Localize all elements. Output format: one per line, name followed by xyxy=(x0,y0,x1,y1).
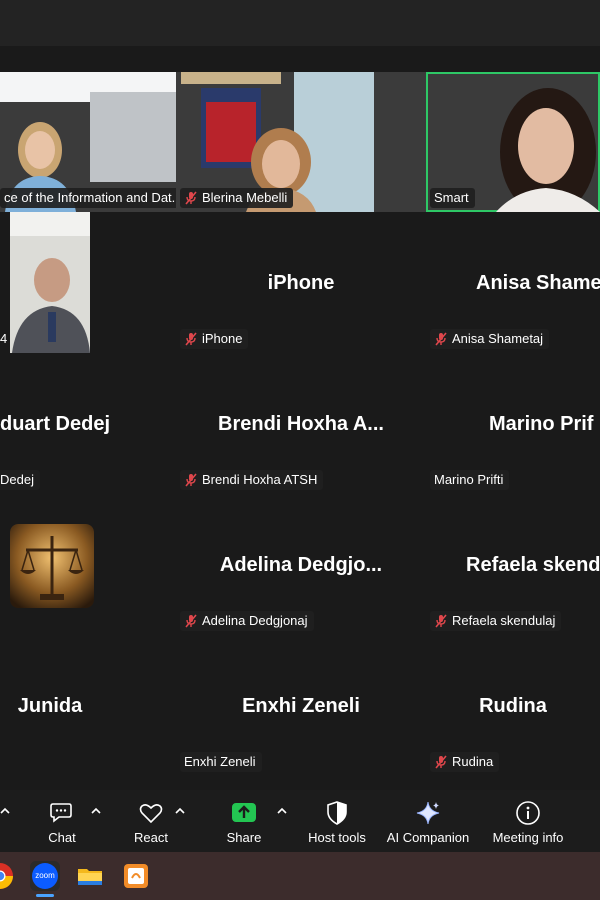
participant-display-name: Rudina xyxy=(479,695,547,717)
participant-tile-video[interactable]: Blerina Mebelli xyxy=(176,72,426,212)
participant-tile[interactable]: Brendi Hoxha A... Brendi Hoxha ATSH xyxy=(176,353,426,494)
participant-tile-video[interactable]: 4 xyxy=(0,212,176,353)
participant-name-label: Refaela skendulaj xyxy=(430,611,562,631)
participant-name: Blerina Mebelli xyxy=(202,190,288,205)
meeting-toolbar: Chat React Share Host tools AI Companion… xyxy=(0,790,600,852)
participant-tile[interactable]: Anisa Shame Anisa Shametaj xyxy=(426,212,600,353)
participant-name: Anisa Shametaj xyxy=(452,331,544,346)
participant-tile[interactable]: duart Dedej Dedej xyxy=(0,353,176,494)
participant-name-label: Rudina xyxy=(430,752,500,772)
participant-name: Enxhi Zeneli xyxy=(184,754,256,769)
participant-name-label: Smart xyxy=(430,188,475,208)
participant-tile[interactable]: Marino Prif Marino Prifti xyxy=(426,353,600,494)
shield-icon xyxy=(327,801,347,825)
participant-name-label: Adelina Dedgjonaj xyxy=(180,611,314,631)
chevron-up-icon[interactable] xyxy=(277,806,287,816)
share-label: Share xyxy=(226,830,262,845)
participant-name: Refaela skendulaj xyxy=(452,613,556,628)
os-taskbar: zoom xyxy=(0,852,600,900)
host-tools-button[interactable]: Host tools xyxy=(302,790,372,852)
participant-display-name: iPhone xyxy=(267,272,335,294)
file-explorer-icon[interactable] xyxy=(76,862,104,890)
participant-display-name: Enxhi Zeneli xyxy=(242,695,360,717)
participant-display-name: Adelina Dedgjo... xyxy=(219,554,383,576)
chevron-up-icon[interactable] xyxy=(0,806,10,816)
heart-icon xyxy=(139,804,163,824)
share-screen-icon xyxy=(232,803,256,822)
meeting-top-bar xyxy=(0,0,600,46)
participant-tile[interactable]: iPhone iPhone xyxy=(176,212,426,353)
active-app-indicator xyxy=(36,894,54,897)
mic-muted-icon xyxy=(435,755,447,769)
office-app-icon[interactable] xyxy=(122,862,150,890)
mic-muted-icon xyxy=(185,473,197,487)
participant-name-label: 4 xyxy=(0,329,13,349)
zoom-app-icon[interactable]: zoom xyxy=(30,861,60,897)
meeting-info-label: Meeting info xyxy=(492,830,564,845)
participant-name: Brendi Hoxha ATSH xyxy=(202,472,318,487)
chat-icon xyxy=(50,803,72,823)
mic-muted-icon xyxy=(185,191,197,205)
participant-name-label: Anisa Shametaj xyxy=(430,329,550,349)
participant-name-label: Marino Prifti xyxy=(430,470,510,490)
sparkle-icon xyxy=(416,801,440,825)
participant-name: 4 xyxy=(0,331,8,346)
participant-tile[interactable]: Enxhi Zeneli Enxhi Zeneli xyxy=(176,635,426,776)
ai-companion-button[interactable]: AI Companion xyxy=(384,790,472,852)
mic-muted-icon xyxy=(185,332,197,346)
participant-video-figure xyxy=(10,212,90,353)
participant-name: ce of the Information and Dat... xyxy=(4,190,176,205)
participant-display-name: Junida xyxy=(17,695,83,717)
chevron-up-icon[interactable] xyxy=(175,806,185,816)
participant-tile[interactable]: Refaela skend Refaela skendulaj xyxy=(426,494,600,635)
participant-name: Smart xyxy=(434,190,469,205)
participant-name-label: Brendi Hoxha ATSH xyxy=(180,470,324,490)
zoom-logo-text: zoom xyxy=(32,863,58,889)
participant-display-name: duart Dedej xyxy=(0,413,111,435)
participant-name: Dedej xyxy=(0,472,34,487)
participant-name-label: ce of the Information and Dat... xyxy=(0,188,176,208)
video-gallery: ce of the Information and Dat... Blerina… xyxy=(0,46,600,790)
participant-name: Rudina xyxy=(452,754,494,769)
react-button[interactable]: React xyxy=(124,790,178,852)
participant-display-name: Marino Prif xyxy=(489,413,594,435)
participant-tile[interactable] xyxy=(0,494,176,635)
meeting-info-button[interactable]: Meeting info xyxy=(486,790,570,852)
participant-tile-video-active-speaker[interactable]: Smart xyxy=(426,72,600,212)
chat-label: Chat xyxy=(48,830,76,845)
share-button[interactable]: Share xyxy=(218,790,270,852)
mic-muted-icon xyxy=(435,332,447,346)
chrome-icon[interactable] xyxy=(0,862,14,890)
participant-name-label: Enxhi Zeneli xyxy=(180,752,262,772)
react-label: React xyxy=(134,830,168,845)
host-tools-label: Host tools xyxy=(308,830,366,845)
chevron-up-icon[interactable] xyxy=(91,806,101,816)
info-icon xyxy=(516,801,540,825)
participant-tile[interactable]: Junida xyxy=(0,635,176,776)
participant-name: Adelina Dedgjonaj xyxy=(202,613,308,628)
justice-scales-avatar xyxy=(10,524,94,608)
participant-display-name: Brendi Hoxha A... xyxy=(218,413,384,435)
participant-name: iPhone xyxy=(202,331,243,346)
participant-name-label: Dedej xyxy=(0,470,40,490)
participant-display-name: Refaela skend xyxy=(466,554,600,576)
chat-button[interactable]: Chat xyxy=(36,790,88,852)
participant-name-label: iPhone xyxy=(180,329,249,349)
ai-companion-label: AI Companion xyxy=(386,830,470,845)
participant-tile-video[interactable]: ce of the Information and Dat... xyxy=(0,72,176,212)
participant-display-name: Anisa Shame xyxy=(476,272,600,294)
mic-muted-icon xyxy=(435,614,447,628)
participant-name-label: Blerina Mebelli xyxy=(180,188,294,208)
participant-tile[interactable]: Rudina Rudina xyxy=(426,635,600,776)
mic-muted-icon xyxy=(185,614,197,628)
participant-name: Marino Prifti xyxy=(434,472,504,487)
participant-tile[interactable]: Adelina Dedgjo... Adelina Dedgjonaj xyxy=(176,494,426,635)
